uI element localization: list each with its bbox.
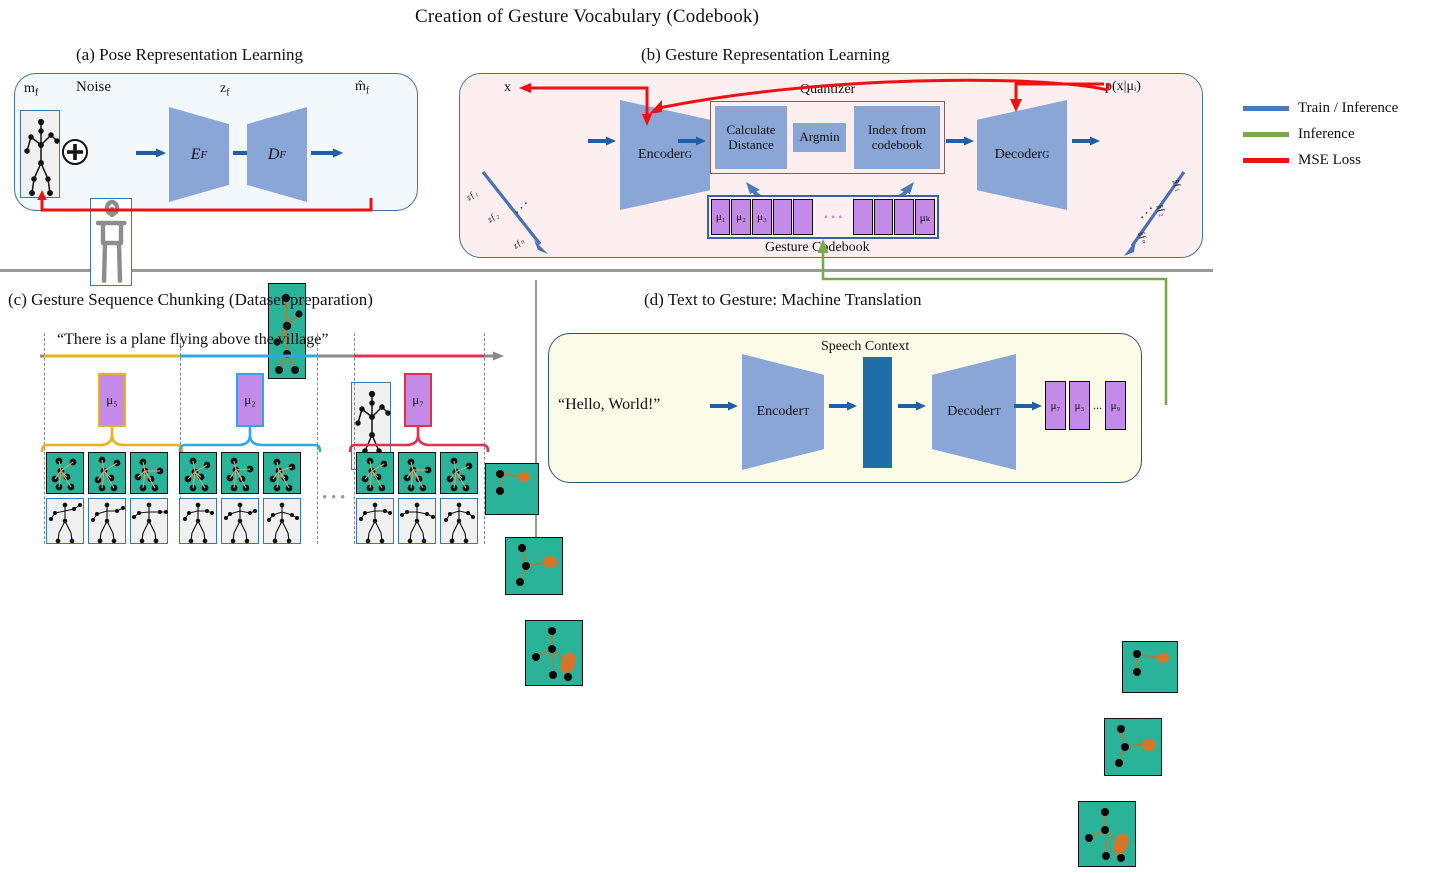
panel-b-input-frame-1 (485, 463, 539, 515)
panel-c-sentence: “There is a plane flying above the villa… (57, 331, 329, 348)
panel-a-noise-label: Noise (76, 79, 111, 95)
codebook-ellipsis: • • • (823, 209, 843, 224)
panel-c-gesture-frames-row (46, 452, 301, 494)
page-title: Creation of Gesture Vocabulary (Codebook… (415, 6, 760, 27)
panel-b-decoder-sub: G (1042, 149, 1050, 161)
panel-a-caption: (a) Pose Representation Learning (76, 45, 304, 64)
panel-c-pose-frame (263, 498, 301, 544)
panel-c-gesture-frame (221, 452, 259, 494)
panel-c-gesture-frame (46, 452, 84, 494)
codebook-cell-7[interactable] (894, 199, 914, 235)
panel-a-arrow-1 (136, 148, 166, 158)
panel-c-pose-frames-row (46, 498, 301, 544)
codebook-cell-1-label: μ₂ (736, 211, 746, 223)
panel-d-input-text: “Hello, World!” (558, 396, 661, 413)
panel-c-pose-frames-row-2 (356, 498, 478, 544)
panel-c-bracket-0 (40, 427, 184, 453)
codebook-cell-6[interactable] (873, 199, 894, 235)
panel-a-latent-label: zf (220, 81, 230, 99)
codebook-cell-2[interactable]: μ₃ (751, 199, 773, 235)
panel-c-pose-frame (221, 498, 259, 544)
legend-item-mse-loss: MSE Loss (1243, 152, 1423, 169)
panel-b-output-frame-1 (1122, 641, 1178, 693)
panel-c-pose-frame (130, 498, 169, 544)
panel-a-plus-icon (61, 138, 89, 171)
panel-d-encoder-label: Encoder (756, 404, 804, 419)
legend-label-inference: Inference (1298, 126, 1355, 142)
panel-b-codebook-cells: μ₁ μ₂ μ₃ • • • μₖ (711, 199, 935, 235)
panel-c-bracket-1 (178, 427, 322, 453)
panel-c-pose-frame (46, 498, 84, 544)
codebook-cell-8-label: μₖ (919, 211, 930, 224)
legend-label-train-inference: Train / Inference (1298, 100, 1399, 116)
panel-b-output-frame-2 (1104, 718, 1162, 776)
panel-c-chunk-token-0-label: μ₅ (106, 392, 118, 407)
panel-b-caption: (b) Gesture Representation Learning (641, 45, 890, 64)
codebook-cell-4[interactable] (793, 199, 813, 235)
panel-c-pose-frame (398, 498, 436, 544)
panel-a-input-label: mf (24, 81, 39, 99)
panel-a-mse-loss-arrow (37, 190, 373, 212)
codebook-cell-5[interactable] (853, 199, 873, 235)
panel-c-bracket-2 (348, 427, 490, 453)
panel-b-input-frame-3 (525, 620, 583, 686)
panel-b-encoder-sub: G (684, 149, 692, 161)
panel-c-pose-frame (440, 498, 478, 544)
panel-c-gesture-frame (440, 452, 478, 494)
panel-b-mse-decoder-arrow (1010, 82, 1104, 112)
panel-c-gesture-frames-row-2 (356, 452, 478, 494)
panel-c-gesture-frame (88, 452, 126, 494)
panel-b-output-ellipsis: ⋰ (1140, 205, 1153, 220)
panel-d-encoder-sub: T (803, 406, 810, 418)
panel-b-decoder-label: Decoder (994, 147, 1043, 162)
legend-swatch-inference (1243, 132, 1289, 137)
panel-a-output-label: m̂f (355, 79, 370, 97)
codebook-cell-1[interactable]: μ₂ (731, 199, 751, 235)
panel-c-pose-frame (179, 498, 217, 544)
panel-c-caption: (c) Gesture Sequence Chunking (Dataset p… (8, 290, 373, 309)
panel-b-x-label: x (504, 80, 511, 95)
panel-c-chunk-token-2-label: μ₇ (412, 392, 424, 407)
panel-b-encoder-label: Encoder (638, 147, 685, 162)
panel-c-chunk-token-0[interactable]: μ₅ (98, 373, 126, 427)
panel-b-input-ellipsis: ⋰ (515, 200, 528, 215)
panel-b-input-frame-2 (505, 537, 563, 595)
panel-c-gesture-frame (179, 452, 217, 494)
inference-green-arrow (817, 239, 1168, 405)
panel-a-input-pose (20, 110, 60, 198)
panel-c-gesture-frame (263, 452, 301, 494)
panel-c-chunk-token-1[interactable]: μ₂ (236, 373, 264, 427)
legend-item-train-inference: Train / Inference (1243, 100, 1423, 117)
panel-c-chunk-token-1-label: μ₂ (244, 392, 256, 407)
panel-c-gesture-frame (130, 452, 168, 494)
legend-item-inference: Inference (1243, 126, 1423, 143)
legend-swatch-mse-loss (1243, 158, 1289, 163)
panel-b-output-frame-3 (1078, 801, 1136, 867)
panel-c-timeline (40, 351, 504, 361)
legend-label-mse-loss: MSE Loss (1298, 152, 1361, 168)
panel-c-pose-frame (88, 498, 126, 544)
panel-c-gesture-frame (398, 452, 436, 494)
panel-c-gesture-frame (356, 452, 394, 494)
panel-c-ellipsis: • • • (322, 490, 346, 506)
codebook-cell-8[interactable]: μₖ (914, 199, 935, 235)
panel-a-arrow-4 (311, 148, 343, 158)
panel-c-chunk-token-2[interactable]: μ₇ (404, 373, 432, 427)
codebook-cell-3[interactable] (773, 199, 793, 235)
codebook-cell-2-label: μ₃ (757, 211, 767, 223)
codebook-cell-0-label: μ₁ (715, 211, 726, 223)
codebook-cell-0[interactable]: μ₁ (711, 199, 731, 235)
legend: Train / Inference Inference MSE Loss (1243, 100, 1423, 169)
legend-swatch-train-inference (1243, 106, 1289, 111)
panel-c-pose-frame (356, 498, 394, 544)
panel-d-arrow-1 (710, 401, 738, 411)
